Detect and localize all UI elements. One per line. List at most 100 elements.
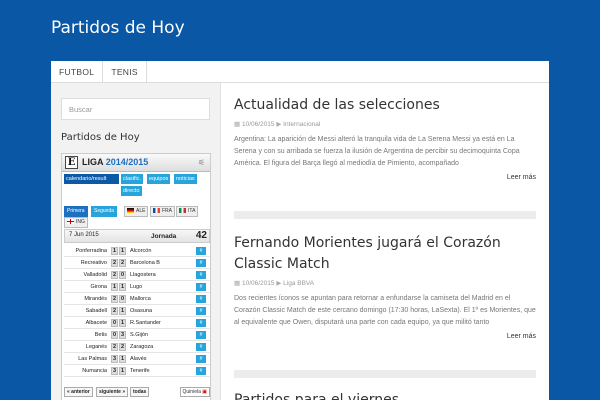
search-input[interactable]: Buscar (61, 98, 210, 120)
subtab-ita-label: ITA (188, 208, 196, 214)
subtab-ing[interactable]: ING (64, 217, 88, 228)
away-score: 1 (119, 307, 126, 315)
italy-flag-icon (179, 208, 186, 213)
post: Actualidad de las selecciones ▦ 10/06/20… (234, 95, 536, 181)
france-flag-icon (153, 208, 160, 213)
home-score: 2 (111, 259, 118, 267)
tab-directo[interactable]: directo (121, 186, 142, 196)
nav-item-futbol[interactable]: FUTBOL (51, 61, 104, 82)
post-category[interactable]: Internacional (283, 121, 320, 128)
post-title[interactable]: Fernando Morientes jugará el Corazón Cla… (234, 233, 536, 275)
match-detail-button[interactable]: # (196, 343, 206, 351)
signal-icon[interactable]: ⚟ (198, 158, 205, 167)
match-row[interactable]: Mirandés 2 0 Mallorca # (64, 293, 210, 305)
match-row[interactable]: Las Palmas 3 1 Alavés # (64, 353, 210, 365)
newspaper-logo: E (65, 156, 78, 169)
all-button[interactable]: todas (130, 387, 150, 397)
subtab-ale[interactable]: ALE (124, 206, 149, 217)
match-row[interactable]: Valladolid 2 0 Llagostera # (64, 269, 210, 281)
match-detail-button[interactable]: # (196, 319, 206, 327)
quiniela-button[interactable]: Quiniela ▣ (179, 387, 210, 397)
home-score: 0 (111, 319, 118, 327)
subtab-ing-label: ING (76, 219, 85, 225)
site-title[interactable]: Partidos de Hoy (51, 18, 185, 38)
match-row[interactable]: Recreativo 2 2 Barcelona B # (64, 257, 210, 269)
home-team: Recreativo (80, 260, 107, 266)
match-detail-button[interactable]: # (196, 331, 206, 339)
away-team: Tenerife (130, 368, 150, 374)
match-row[interactable]: Sabadell 2 1 Osasuna # (64, 305, 210, 317)
home-score: 2 (111, 295, 118, 303)
next-button[interactable]: siguiente » (96, 387, 129, 397)
previous-button[interactable]: « anterior (64, 387, 93, 397)
away-team: Osasuna (130, 308, 153, 314)
subtab-segunda[interactable]: Segunda (91, 206, 118, 217)
post-title[interactable]: Actualidad de las selecciones (234, 95, 536, 116)
jornada-label: Jornada (151, 233, 177, 240)
main-nav: FUTBOL TENIS (51, 61, 549, 83)
match-detail-button[interactable]: # (196, 247, 206, 255)
subtab-primera[interactable]: Primera (64, 206, 88, 217)
away-score: 1 (119, 367, 126, 375)
tag-icon: ▶ (276, 280, 282, 287)
post-date: 10/06/2015 (241, 121, 275, 128)
home-team: Numancia (82, 368, 107, 374)
home-team: Sabadell (85, 308, 107, 314)
home-team: Girona (90, 284, 107, 290)
widget-footer: « anterior siguiente » todas Quiniela ▣ (64, 387, 210, 399)
tab-noticias[interactable]: noticias (174, 174, 197, 184)
match-row[interactable]: Girona 1 1 Lugo # (64, 281, 210, 293)
match-detail-button[interactable]: # (196, 355, 206, 363)
post-category[interactable]: Liga BBVA (283, 280, 314, 287)
home-team: Mirandés (84, 296, 107, 302)
tag-icon: ▶ (276, 121, 282, 128)
away-score: 3 (119, 331, 126, 339)
england-flag-icon (67, 219, 74, 224)
home-score: 2 (111, 343, 118, 351)
subtab-fra[interactable]: FRA (150, 206, 175, 217)
match-detail-button[interactable]: # (196, 307, 206, 315)
tab-equipos[interactable]: equipos (147, 174, 171, 184)
season-text: 2014/2015 (105, 157, 149, 167)
match-detail-button[interactable]: # (196, 295, 206, 303)
match-detail-button[interactable]: # (196, 367, 206, 375)
away-score: 1 (119, 319, 126, 327)
away-score: 0 (119, 295, 126, 303)
match-row[interactable]: Albacete 0 1 R.Santander # (64, 317, 210, 329)
read-more-link[interactable]: Leer más (234, 174, 536, 181)
match-detail-button[interactable]: # (196, 283, 206, 291)
liga-widget: E LIGA 2014/2015 ⚟ calendario/result cla… (61, 153, 211, 400)
home-team: Las Palmas (78, 356, 107, 362)
read-more-link[interactable]: Leer más (234, 333, 536, 340)
jornada-number[interactable]: 42 (196, 230, 207, 241)
home-score: 1 (111, 283, 118, 291)
home-score: 2 (111, 271, 118, 279)
match-detail-button[interactable]: # (196, 271, 206, 279)
post-meta: ▦ 10/06/2015 ▶ Liga BBVA (234, 279, 536, 287)
home-score: 1 (111, 247, 118, 255)
subtab-ita[interactable]: ITA (176, 206, 199, 217)
match-row[interactable]: Betis 0 3 S.Gijón # (64, 329, 210, 341)
away-score: 1 (119, 355, 126, 363)
tab-clasificacion[interactable]: clasific. (121, 174, 144, 184)
tab-calendario[interactable]: calendario/result (64, 174, 119, 184)
jornada-header: 7 Jun 2015 Jornada 42 (64, 229, 210, 243)
home-team: Leganés (85, 344, 107, 350)
away-team: Zaragoza (130, 344, 154, 350)
away-team: Alavés (130, 356, 147, 362)
match-row[interactable]: Ponferradina 1 1 Alcorcón # (64, 245, 210, 257)
post-divider (234, 370, 536, 378)
calendar-icon: ▦ (234, 121, 241, 128)
calendar-icon: ▦ (234, 280, 241, 287)
quiniela-icon: ▣ (202, 389, 207, 395)
home-score: 3 (111, 367, 118, 375)
match-detail-button[interactable]: # (196, 259, 206, 267)
main-content: Actualidad de las selecciones ▦ 10/06/20… (222, 83, 549, 400)
post-divider (234, 211, 536, 219)
widget-header: E LIGA 2014/2015 ⚟ (62, 154, 210, 172)
post-title[interactable]: Partidos para el viernes (234, 390, 536, 400)
home-score: 3 (111, 355, 118, 363)
nav-item-tenis[interactable]: TENIS (103, 61, 147, 82)
match-row[interactable]: Numancia 3 1 Tenerife # (64, 365, 210, 377)
match-row[interactable]: Leganés 2 2 Zaragoza # (64, 341, 210, 353)
